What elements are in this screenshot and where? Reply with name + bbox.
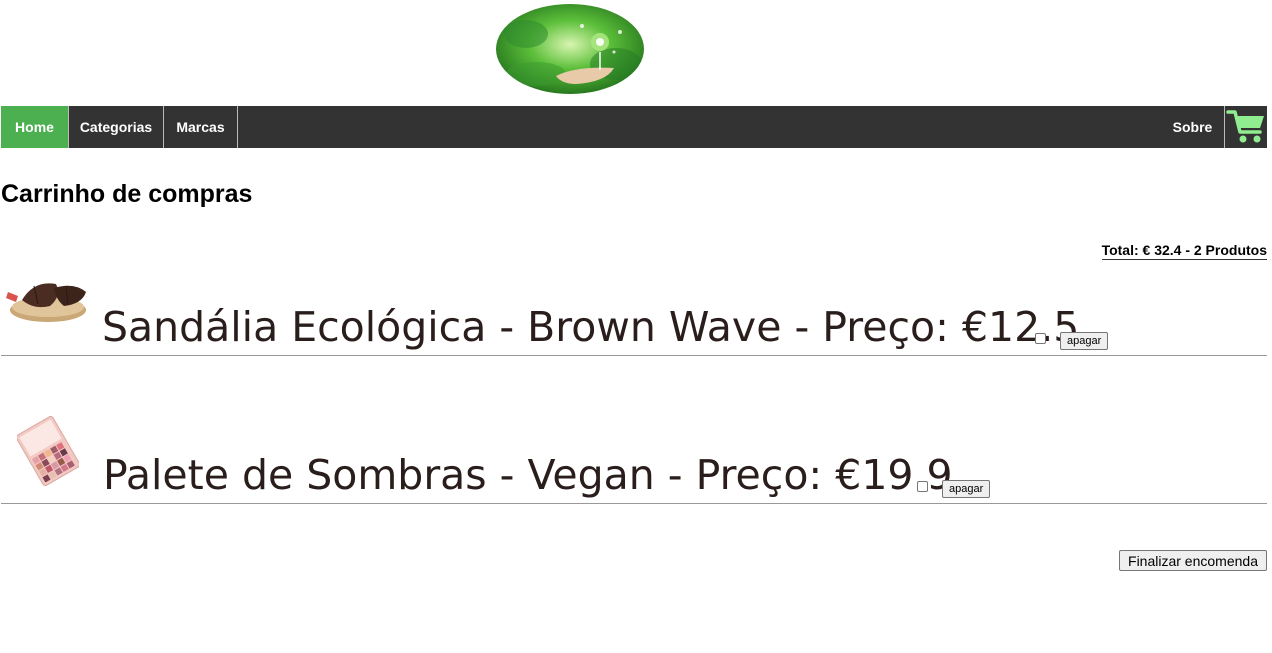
nav-home-link[interactable]: Home [1, 106, 68, 148]
cart-item-description: Palete de Sombras - Vegan - Preço: €19.9 [103, 451, 953, 499]
shopping-cart-icon [1226, 110, 1264, 143]
cart-item-row: Palete de Sombras - Vegan - Preço: €19.9… [1, 410, 1267, 504]
nav-sobre-link[interactable]: Sobre [1161, 106, 1225, 148]
cart-item-checkbox[interactable] [1035, 333, 1046, 344]
sandal-product-image [6, 283, 86, 322]
cart-total: Total: € 32.4 - 2 Produtos [1101, 242, 1267, 260]
page-title: Carrinho de compras [1, 180, 253, 208]
eco-leaf-hand-logo-image [496, 4, 644, 94]
delete-item-button[interactable]: apagar [942, 480, 991, 498]
delete-item-button[interactable]: apagar [1060, 332, 1109, 350]
cart-item-description: Sandália Ecológica - Brown Wave - Preço:… [102, 303, 1080, 351]
site-logo[interactable] [496, 4, 644, 94]
checkout-button[interactable]: Finalizar encomenda [1119, 550, 1267, 571]
cart-button[interactable] [1225, 106, 1267, 148]
cart-item-checkbox[interactable] [917, 481, 928, 492]
eyeshadow-palette-product-image [17, 416, 79, 486]
cart-item-row: Sandália Ecológica - Brown Wave - Preço:… [1, 262, 1267, 356]
main-navbar: Home Categorias Marcas Sobre [1, 106, 1267, 148]
nav-categorias-link[interactable]: Categorias [68, 106, 164, 148]
nav-marcas-link[interactable]: Marcas [164, 106, 238, 148]
